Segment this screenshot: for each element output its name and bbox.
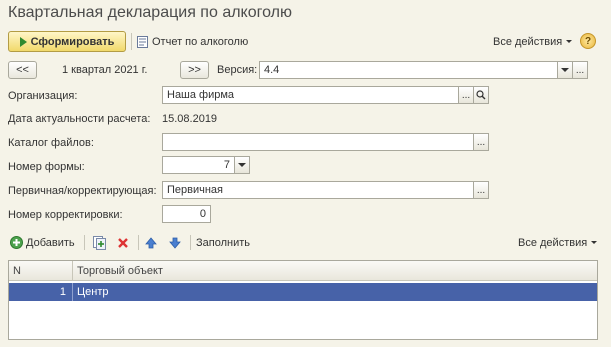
primary-field[interactable]: Первичная	[162, 181, 474, 199]
move-down-icon[interactable]	[168, 235, 182, 250]
form-number-dropdown-button[interactable]	[234, 156, 250, 174]
next-period-label: >>	[188, 64, 201, 76]
chevron-down-icon	[566, 40, 573, 43]
organization-field[interactable]: Наша фирма	[162, 86, 459, 104]
form-number-value: 7	[223, 159, 230, 171]
organization-select-button[interactable]: ...	[458, 86, 474, 104]
move-up-icon[interactable]	[144, 235, 158, 250]
version-select-label: ...	[575, 64, 585, 76]
table-all-actions-label: Все действия	[518, 236, 588, 249]
toolbar-separator	[131, 33, 132, 50]
row-object-cell: Центр	[77, 286, 109, 298]
organization-open-button[interactable]	[473, 86, 489, 104]
generate-button[interactable]: Сформировать	[8, 31, 126, 52]
catalog-field[interactable]	[162, 133, 474, 151]
add-icon	[10, 236, 23, 249]
alcohol-report-label: Отчет по алкоголю	[152, 35, 249, 48]
organization-select-label: ...	[461, 89, 471, 101]
version-dropdown-button[interactable]	[557, 61, 573, 79]
actual-date-value: 15.08.2019	[162, 113, 218, 125]
all-actions-menu[interactable]: Все действия	[493, 33, 573, 50]
row-number-cell: 1	[9, 283, 73, 301]
prev-period-label: <<	[16, 64, 29, 76]
catalog-select-label: ...	[476, 136, 486, 148]
actual-date-label: Дата актуальности расчета:	[8, 113, 151, 125]
primary-select-button[interactable]: ...	[473, 181, 489, 199]
objects-table[interactable]: N Торговый объект 1 Центр	[8, 260, 598, 340]
catalog-label: Каталог файлов:	[8, 137, 94, 149]
period-value: 1 квартал 2021 г.	[62, 64, 148, 76]
toolbar-separator	[138, 235, 139, 250]
search-icon	[476, 90, 486, 100]
primary-value: Первичная	[167, 184, 224, 196]
organization-value: Наша фирма	[167, 89, 235, 101]
chevron-down-icon	[561, 68, 569, 72]
catalog-select-button[interactable]: ...	[473, 133, 489, 151]
add-button[interactable]: Добавить	[10, 234, 75, 251]
toolbar-separator	[84, 235, 85, 250]
organization-label: Организация:	[8, 90, 78, 102]
prev-period-button[interactable]: <<	[8, 61, 37, 79]
form-number-field[interactable]: 7	[162, 156, 235, 174]
table-all-actions-menu[interactable]: Все действия	[518, 234, 598, 251]
table-header: N Торговый объект	[9, 261, 597, 281]
column-header-object[interactable]: Торговый объект	[73, 261, 597, 281]
report-icon	[137, 35, 148, 48]
form-number-label: Номер формы:	[8, 161, 85, 173]
alcohol-report-button[interactable]: Отчет по алкоголю	[137, 33, 248, 50]
column-header-n[interactable]: N	[9, 261, 73, 281]
chevron-down-icon	[591, 241, 598, 244]
toolbar-separator	[190, 235, 191, 250]
primary-select-label: ...	[476, 184, 486, 196]
add-label: Добавить	[26, 236, 75, 249]
help-icon[interactable]: ?	[580, 33, 596, 49]
correction-label: Номер корректировки:	[8, 209, 123, 221]
help-label: ?	[584, 35, 592, 47]
fill-label: Заполнить	[196, 236, 251, 249]
chevron-down-icon	[238, 163, 246, 167]
copy-icon[interactable]	[92, 235, 106, 250]
version-field[interactable]: 4.4	[259, 61, 558, 79]
delete-icon[interactable]	[116, 235, 130, 250]
correction-value: 0	[199, 208, 206, 220]
page-title: Квартальная декларация по алкоголю	[8, 4, 292, 21]
version-select-button[interactable]: ...	[572, 61, 588, 79]
version-value: 4.4	[264, 64, 280, 76]
all-actions-label: Все действия	[493, 35, 563, 48]
next-period-button[interactable]: >>	[180, 61, 209, 79]
play-icon	[19, 36, 27, 47]
generate-button-label: Сформировать	[30, 35, 115, 48]
fill-button[interactable]: Заполнить	[196, 234, 250, 251]
table-row[interactable]: 1 Центр	[9, 283, 597, 301]
primary-label: Первичная/корректирующая:	[8, 185, 157, 197]
correction-field[interactable]: 0	[162, 205, 211, 223]
version-label: Версия:	[217, 64, 258, 76]
